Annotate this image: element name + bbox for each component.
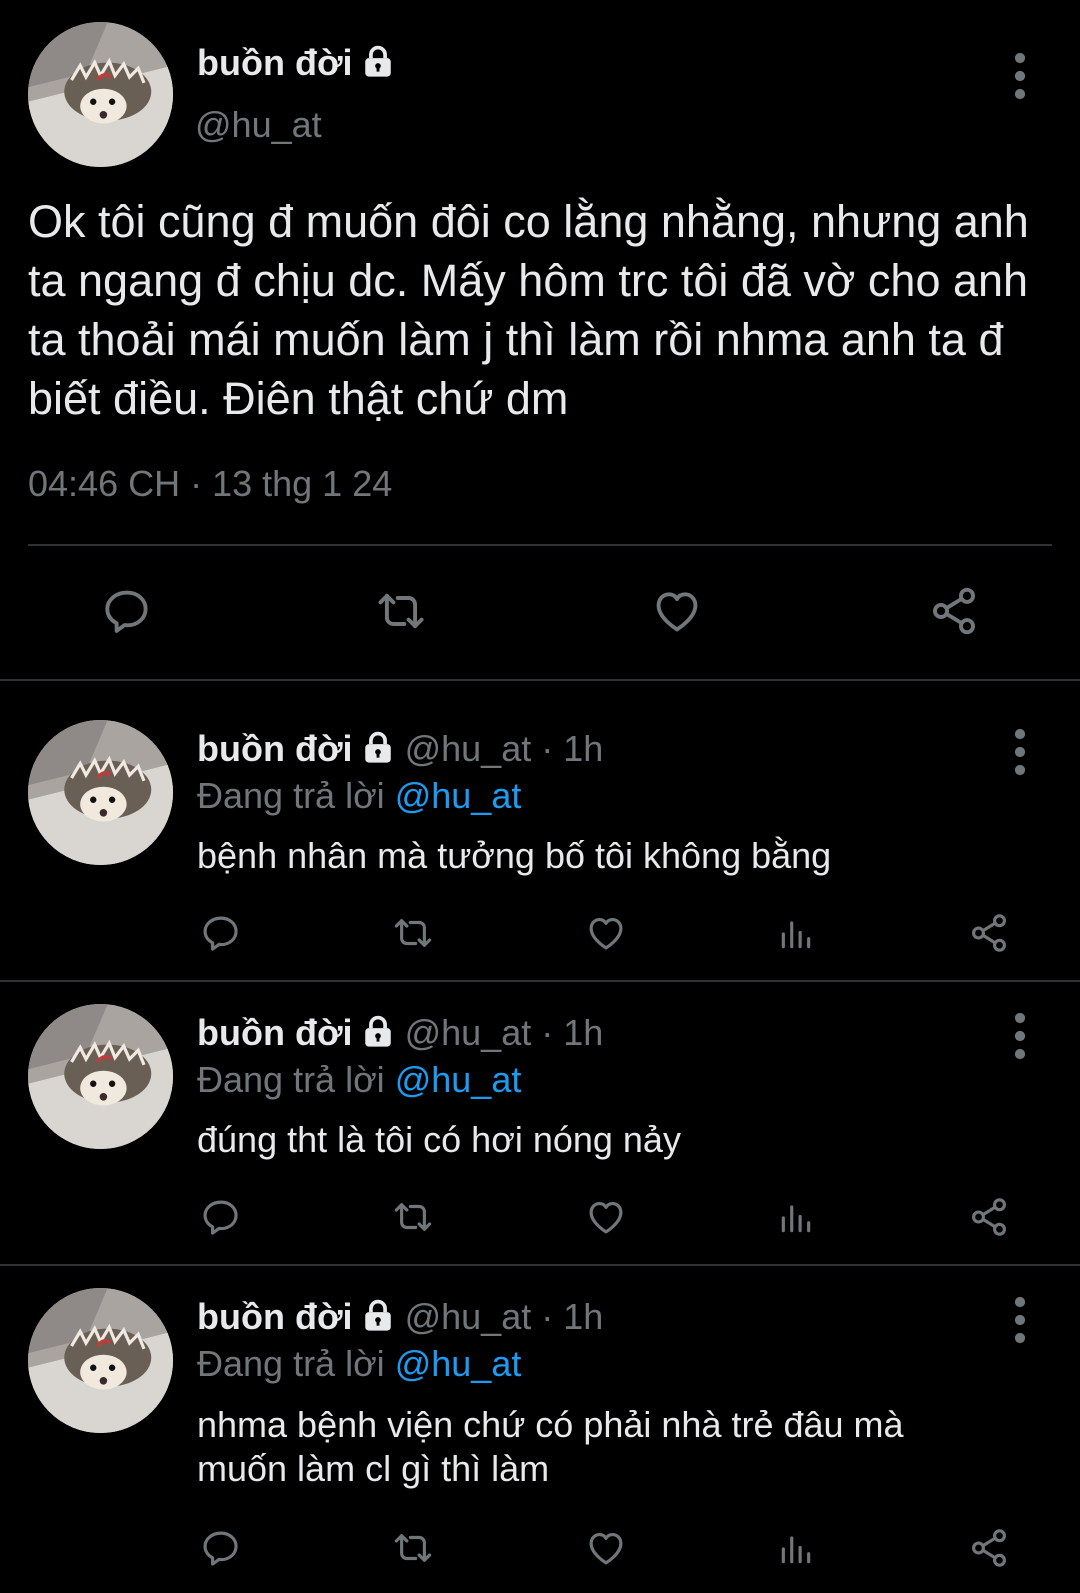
avatar[interactable] bbox=[28, 1004, 173, 1149]
like-icon[interactable] bbox=[584, 1527, 628, 1569]
reply-time[interactable]: · 1h bbox=[541, 1012, 603, 1053]
divider bbox=[0, 980, 1080, 982]
user-handle[interactable]: @hu_at bbox=[195, 104, 322, 146]
like-icon[interactable] bbox=[584, 1196, 628, 1238]
share-icon[interactable] bbox=[968, 1527, 1010, 1569]
tweet-text: Ok tôi cũng đ muốn đôi co lằng nhằng, nh… bbox=[28, 196, 1029, 424]
tweet-timestamp[interactable]: 04:46 CH · 13 thg 1 24 bbox=[28, 463, 392, 505]
reply-time[interactable]: · 1h bbox=[541, 1296, 603, 1337]
display-name[interactable]: buồn đời bbox=[197, 1012, 353, 1053]
display-name[interactable]: buồn đời bbox=[197, 728, 353, 769]
retweet-icon[interactable] bbox=[390, 1196, 436, 1238]
replying-to: Đang trả lời @hu_at bbox=[197, 1059, 521, 1101]
reply-icon[interactable] bbox=[200, 912, 242, 954]
more-options-icon[interactable] bbox=[1005, 1296, 1035, 1344]
views-icon[interactable] bbox=[777, 914, 815, 954]
replying-label: Đang trả lời bbox=[197, 1059, 385, 1100]
display-name[interactable]: buồn đời bbox=[197, 1296, 353, 1337]
user-handle[interactable]: @hu_at bbox=[405, 728, 532, 769]
views-icon[interactable] bbox=[777, 1198, 815, 1238]
replying-mention[interactable]: @hu_at bbox=[395, 1343, 522, 1384]
more-options-icon[interactable] bbox=[1005, 1012, 1035, 1060]
replying-to: Đang trả lời @hu_at bbox=[197, 775, 521, 817]
reply-icon[interactable] bbox=[200, 1196, 242, 1238]
user-handle[interactable]: @hu_at bbox=[405, 1296, 532, 1337]
retweet-icon[interactable] bbox=[373, 585, 429, 637]
share-icon[interactable] bbox=[968, 1196, 1010, 1238]
avatar[interactable] bbox=[28, 1288, 173, 1433]
like-icon[interactable] bbox=[650, 585, 704, 637]
lock-icon bbox=[361, 1298, 395, 1332]
reply-header: buồn đời @hu_at · 1h bbox=[197, 728, 603, 770]
views-icon[interactable] bbox=[777, 1529, 815, 1569]
reply-text: nhma bệnh viện chứ có phải nhà trẻ đâu m… bbox=[197, 1404, 904, 1489]
more-options-icon[interactable] bbox=[1005, 52, 1035, 100]
divider bbox=[0, 1264, 1080, 1266]
retweet-icon[interactable] bbox=[390, 912, 436, 954]
lock-icon bbox=[361, 730, 395, 764]
share-icon[interactable] bbox=[928, 585, 980, 637]
reply-text: bệnh nhân mà tưởng bố tôi không bằng bbox=[197, 835, 832, 876]
replying-label: Đang trả lời bbox=[197, 1343, 385, 1384]
replying-to: Đang trả lời @hu_at bbox=[197, 1343, 521, 1385]
replying-mention[interactable]: @hu_at bbox=[395, 775, 522, 816]
reply-header: buồn đời @hu_at · 1h bbox=[197, 1296, 603, 1338]
display-name-text: buồn đời bbox=[197, 42, 353, 83]
reply-header: buồn đời @hu_at · 1h bbox=[197, 1012, 603, 1054]
divider bbox=[28, 544, 1052, 546]
like-icon[interactable] bbox=[584, 912, 628, 954]
replying-mention[interactable]: @hu_at bbox=[395, 1059, 522, 1100]
more-options-icon[interactable] bbox=[1005, 728, 1035, 776]
share-icon[interactable] bbox=[968, 912, 1010, 954]
lock-icon bbox=[361, 44, 395, 78]
lock-icon bbox=[361, 1014, 395, 1048]
reply-icon[interactable] bbox=[200, 1527, 242, 1569]
avatar[interactable] bbox=[28, 720, 173, 865]
reply-icon[interactable] bbox=[101, 585, 153, 637]
user-handle[interactable]: @hu_at bbox=[405, 1012, 532, 1053]
replying-label: Đang trả lời bbox=[197, 775, 385, 816]
reply-text: đúng tht là tôi có hơi nóng nảy bbox=[197, 1119, 681, 1160]
divider bbox=[0, 679, 1080, 681]
retweet-icon[interactable] bbox=[390, 1527, 436, 1569]
avatar[interactable] bbox=[28, 22, 173, 167]
reply-time[interactable]: · 1h bbox=[541, 728, 603, 769]
display-name[interactable]: buồn đời bbox=[197, 42, 395, 84]
